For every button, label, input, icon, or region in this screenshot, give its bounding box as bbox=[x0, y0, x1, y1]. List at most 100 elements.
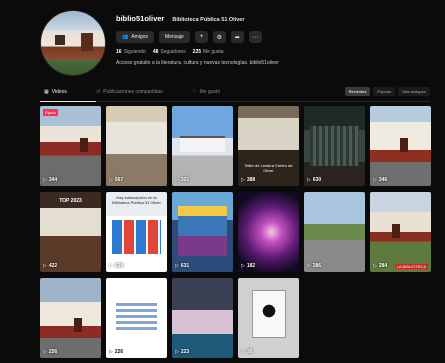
video-tile[interactable]: ▷ 630 bbox=[304, 106, 365, 186]
sort-popular[interactable]: Popular bbox=[373, 87, 396, 96]
tile-door bbox=[74, 318, 82, 332]
heart-icon: ♡ bbox=[192, 89, 197, 95]
video-tile[interactable]: ▷ 36 bbox=[238, 278, 299, 358]
view-count: ▷ 223 bbox=[175, 349, 189, 355]
stat-label: Me gusta bbox=[203, 49, 224, 55]
view-count-value: 182 bbox=[246, 263, 256, 269]
view-count-value: 567 bbox=[114, 177, 124, 183]
tab-label: Me gustó bbox=[199, 89, 221, 95]
play-icon: ▷ bbox=[109, 177, 113, 183]
video-caption: TOP 2023 bbox=[59, 198, 82, 204]
play-icon: ▷ bbox=[373, 177, 377, 183]
avatar-window bbox=[55, 35, 65, 45]
play-icon: ▷ bbox=[241, 349, 245, 355]
play-icon: ▷ bbox=[175, 263, 179, 269]
tab-label: Publicaciones compartidas bbox=[103, 89, 163, 95]
video-tile[interactable]: Taller de Lectura Centro de Oliver ▷ 388 bbox=[238, 106, 299, 186]
tile-shelf bbox=[310, 126, 359, 166]
name-row: biblio51oliver Biblioteca Pública 51 Oli… bbox=[116, 14, 245, 23]
sort-oldest[interactable]: Más antiguos bbox=[398, 87, 430, 96]
play-icon: ▷ bbox=[307, 177, 311, 183]
friends-label: Amigos bbox=[131, 34, 148, 40]
view-count-value: 388 bbox=[246, 177, 256, 183]
video-tile[interactable]: ▷ 301 bbox=[172, 106, 233, 186]
friends-button[interactable]: 👥 Amigos bbox=[116, 31, 154, 43]
share-button[interactable]: ➦ bbox=[230, 31, 244, 43]
play-icon: ▷ bbox=[241, 177, 245, 183]
video-caption: Hay subscripción en la Biblioteca Públic… bbox=[112, 195, 161, 205]
view-count-value: 226 bbox=[114, 349, 124, 355]
tab-reposts[interactable]: ↺ Publicaciones compartidas bbox=[96, 89, 163, 95]
stat-followers[interactable]: 48 Seguidores bbox=[153, 49, 186, 55]
view-count-value: 630 bbox=[312, 177, 322, 183]
tile-door bbox=[392, 224, 400, 238]
avatar[interactable] bbox=[40, 10, 106, 76]
settings-button[interactable]: ⚙ bbox=[212, 31, 226, 43]
view-count: ▷ 422 bbox=[43, 263, 57, 269]
video-tile[interactable]: ▷ 631 bbox=[172, 192, 233, 272]
add-friend-button[interactable]: + bbox=[194, 31, 208, 43]
stat-following[interactable]: 16 Siguiendo bbox=[116, 49, 146, 55]
username: biblio51oliver bbox=[116, 14, 165, 23]
pinned-badge: Fijado bbox=[43, 109, 58, 116]
view-count-value: 638 bbox=[114, 263, 124, 269]
video-tile[interactable]: ▷ 226 bbox=[106, 278, 167, 358]
tile-building bbox=[180, 136, 225, 152]
tab-videos[interactable]: ▦ Videos bbox=[44, 89, 67, 95]
content-tabs: ▦ Videos ↺ Publicaciones compartidas ♡ M… bbox=[40, 87, 430, 102]
view-count: ▷ 36 bbox=[241, 349, 252, 355]
avatar-door bbox=[81, 33, 93, 51]
video-tile[interactable]: ▷ 223 bbox=[172, 278, 233, 358]
video-tile[interactable]: ▷ 346 bbox=[370, 106, 431, 186]
play-icon: ▷ bbox=[373, 263, 377, 269]
stat-label: Siguiendo bbox=[123, 49, 146, 55]
friends-icon: 👥 bbox=[122, 34, 129, 40]
video-caption: Taller de Lectura Centro de Oliver bbox=[244, 163, 293, 174]
message-label: Mensaje bbox=[164, 34, 184, 40]
video-tile[interactable]: TOP 2023 ▷ 422 bbox=[40, 192, 101, 272]
profile-actions: 👥 Amigos Mensaje + ⚙ ➦ ⋯ bbox=[116, 31, 262, 43]
view-count-value: 223 bbox=[180, 349, 190, 355]
video-tile[interactable]: ▷ 386 bbox=[304, 192, 365, 272]
active-tab-indicator bbox=[40, 101, 96, 102]
tab-divider bbox=[40, 101, 430, 102]
view-count: ▷ 386 bbox=[307, 263, 321, 269]
view-count: ▷ 388 bbox=[241, 177, 255, 183]
video-tile[interactable]: LA BIBLIOTECA ▷ 284 bbox=[370, 192, 431, 272]
view-count: ▷ 284 bbox=[373, 263, 387, 269]
more-button[interactable]: ⋯ bbox=[248, 31, 262, 43]
play-icon: ▷ bbox=[241, 263, 245, 269]
tile-poster bbox=[178, 206, 227, 256]
play-icon: ▷ bbox=[43, 177, 47, 183]
repost-icon: ↺ bbox=[96, 89, 101, 95]
view-count: ▷ 638 bbox=[109, 263, 123, 269]
video-tag: LA BIBLIOTECA bbox=[394, 264, 428, 269]
stat-value: 225 bbox=[192, 49, 202, 55]
view-count: ▷ 630 bbox=[307, 177, 321, 183]
video-tile[interactable]: ▷ 182 bbox=[238, 192, 299, 272]
profile-stats: 16 Siguiendo 48 Seguidores 225 Me gusta bbox=[116, 49, 224, 55]
play-icon: ▷ bbox=[43, 263, 47, 269]
video-tile[interactable]: ▷ 256 bbox=[40, 278, 101, 358]
view-count-value: 631 bbox=[180, 263, 190, 269]
add-friend-icon: + bbox=[199, 34, 204, 40]
grid-icon: ▦ bbox=[44, 89, 49, 95]
view-count: ▷ 346 bbox=[373, 177, 387, 183]
view-count-value: 301 bbox=[180, 177, 190, 183]
view-count: ▷ 226 bbox=[109, 349, 123, 355]
play-icon: ▷ bbox=[43, 349, 47, 355]
display-name: Biblioteca Pública 51 Oliver bbox=[172, 17, 245, 23]
view-count-value: 422 bbox=[48, 263, 58, 269]
sort-recent[interactable]: Recientes bbox=[344, 87, 371, 96]
tab-liked[interactable]: ♡ Me gustó bbox=[192, 89, 220, 95]
video-tile[interactable]: ▷ 567 bbox=[106, 106, 167, 186]
profile-header: biblio51oliver Biblioteca Pública 51 Oli… bbox=[40, 10, 440, 85]
play-icon: ▷ bbox=[109, 349, 113, 355]
stat-label: Seguidores bbox=[160, 49, 186, 55]
video-tile[interactable]: Hay subscripción en la Biblioteca Públic… bbox=[106, 192, 167, 272]
message-button[interactable]: Mensaje bbox=[158, 31, 190, 43]
tile-ink-drawing bbox=[258, 300, 280, 322]
play-icon: ▷ bbox=[175, 349, 179, 355]
tile-door bbox=[400, 138, 408, 152]
video-tile[interactable]: Fijado ▷ 344 bbox=[40, 106, 101, 186]
